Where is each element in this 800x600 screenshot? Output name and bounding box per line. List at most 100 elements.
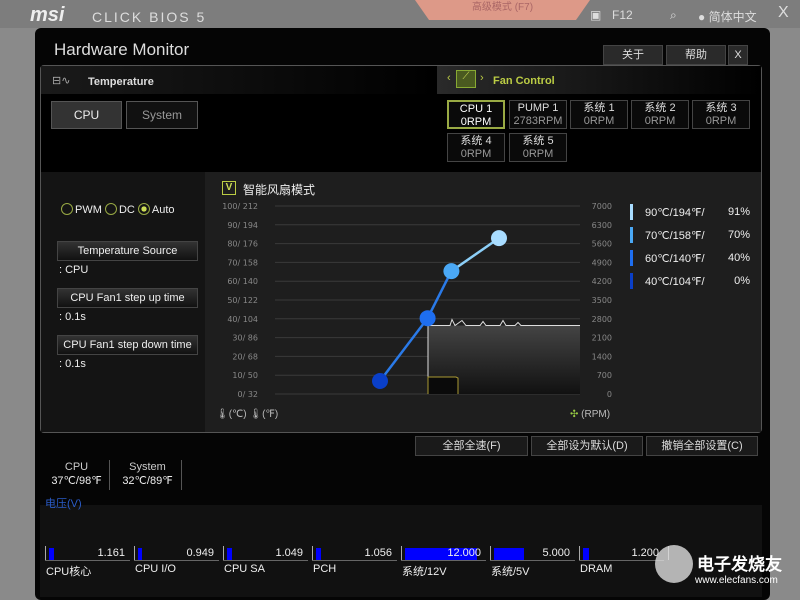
- voltage-item: 1.161 CPU核心: [45, 546, 130, 580]
- fan-header-bg: [437, 66, 761, 94]
- right-tick-label: 4900: [592, 258, 612, 267]
- undo-all-button[interactable]: 撤销全部设置(C): [646, 436, 758, 456]
- radio-auto[interactable]: Auto: [137, 203, 175, 216]
- msi-logo: msi: [30, 4, 65, 26]
- fan-curve-chart[interactable]: 100/ 212 700090/ 194 630080/ 176 560070/ 15…: [200, 175, 620, 405]
- mode-radio-group: PWM DC Auto: [61, 203, 175, 216]
- curve-point[interactable]: [443, 263, 460, 280]
- right-tick-label: 5600: [592, 240, 612, 249]
- fan-button[interactable]: CPU 1 0RPM: [447, 100, 505, 129]
- fan-control-prev-icon[interactable]: ‹: [447, 72, 451, 84]
- celsius-unit: 🌡(℃) 🌡(℉): [216, 409, 279, 420]
- left-tick-label: 50/ 122: [227, 296, 258, 305]
- voltage-value: 5.000: [542, 547, 570, 559]
- fan-button[interactable]: 系统 2 0RPM: [631, 100, 689, 129]
- bios-title: CLICK BIOS 5: [92, 9, 207, 25]
- fan-button[interactable]: PUMP 1 2783RPM: [509, 100, 567, 129]
- screenshot-key[interactable]: F12: [612, 8, 633, 22]
- step-up-time-value: : 0.1s: [59, 311, 86, 323]
- fan-control-next-icon[interactable]: ›: [480, 72, 484, 84]
- left-tick-label: 90/ 194: [227, 221, 258, 230]
- voltage-line: [134, 560, 219, 561]
- radio-circle: [61, 203, 73, 215]
- window-title: Hardware Monitor: [54, 40, 190, 59]
- temp-name: System: [129, 461, 166, 473]
- step-down-time-value: : 0.1s: [59, 358, 86, 370]
- language-button[interactable]: ● 简体中文: [698, 8, 757, 25]
- about-button[interactable]: 关于: [603, 45, 663, 65]
- voltage-item: 1.056 PCH: [312, 546, 397, 580]
- left-tick-label: 10/ 50: [232, 371, 258, 380]
- tab-cpu[interactable]: CPU: [51, 101, 122, 129]
- step-up-time-button[interactable]: CPU Fan1 step up time: [57, 288, 198, 308]
- left-tick-label: 60/ 140: [227, 277, 258, 286]
- fan-rpm: 0RPM: [460, 116, 492, 128]
- fan-button[interactable]: 系统 3 0RPM: [692, 100, 750, 129]
- fan-name: CPU 1: [459, 103, 493, 115]
- voltage-line: [223, 560, 308, 561]
- rpm-label: (RPM): [581, 409, 611, 420]
- fan-button[interactable]: 系统 5 0RPM: [509, 133, 567, 162]
- voltage-value: 1.161: [97, 547, 125, 559]
- tab-system[interactable]: System: [126, 101, 198, 129]
- curve-point[interactable]: [491, 230, 507, 247]
- left-tick-label: 100/ 212: [222, 202, 258, 211]
- radio-pwm[interactable]: PWM: [61, 203, 102, 216]
- voltage-value: 1.200: [631, 547, 659, 559]
- left-tick-label: 0/ 32: [237, 390, 258, 399]
- curve-point[interactable]: [372, 373, 388, 389]
- radio-label: DC: [118, 204, 135, 216]
- voltage-label: CPU I/O: [135, 563, 176, 575]
- step-down-time-button[interactable]: CPU Fan1 step down time: [57, 335, 198, 355]
- right-tick-label: 2800: [592, 315, 612, 324]
- fan-name: 系统 2: [644, 102, 676, 114]
- curve-segment: [379, 317, 429, 382]
- legend-swatch: [630, 250, 633, 266]
- fan-icon: ✣: [570, 409, 579, 420]
- legend-item: 60℃/140℉/ 40%: [630, 250, 750, 266]
- fan-rpm: 2783RPM: [513, 115, 563, 127]
- temperature-header: Temperature: [88, 76, 154, 88]
- voltage-item: 12.000 系统/12V: [401, 546, 486, 580]
- voltage-title: 电压(V): [45, 498, 82, 510]
- radio-dc[interactable]: DC: [104, 203, 135, 216]
- left-tick-label: 30/ 86: [232, 334, 258, 343]
- close-button[interactable]: X: [728, 45, 748, 65]
- camera-icon[interactable]: ▣: [590, 8, 601, 22]
- left-tick-label: 40/ 104: [227, 315, 258, 324]
- right-tick-label: 4200: [592, 277, 612, 286]
- search-icon[interactable]: ⌕: [670, 8, 677, 23]
- voltage-label: PCH: [313, 563, 337, 575]
- help-button[interactable]: 帮助: [666, 45, 726, 65]
- voltage-value: 12.000: [447, 547, 481, 559]
- fan-curve-icon: ⟋: [456, 70, 476, 88]
- all-default-button[interactable]: 全部设为默认(D): [531, 436, 643, 456]
- fan-button[interactable]: 系统 1 0RPM: [570, 100, 628, 129]
- curve-segment: [450, 237, 500, 273]
- bios-close-button[interactable]: X: [778, 4, 789, 22]
- current-temp-marker: [427, 376, 459, 394]
- temperature-source-button[interactable]: Temperature Source: [57, 241, 198, 261]
- legend-temp: 60℃/140℉/: [645, 253, 705, 265]
- fan-name: 系统 4: [460, 135, 492, 147]
- cpu-temp: CPU 37℃/98℉: [44, 460, 110, 490]
- voltage-line: [45, 560, 130, 561]
- voltage-item: 0.949 CPU I/O: [134, 546, 219, 580]
- fan-rpm: 0RPM: [522, 148, 554, 160]
- advanced-mode-tab[interactable]: 高级模式 (F7): [415, 0, 590, 20]
- left-tick-label: 20/ 68: [232, 352, 258, 361]
- fan-button[interactable]: 系统 4 0RPM: [447, 133, 505, 162]
- curve-point[interactable]: [419, 310, 436, 327]
- voltage-line: [312, 560, 397, 561]
- voltage-label: CPU核心: [46, 566, 92, 578]
- right-tick-label: 2100: [592, 334, 612, 343]
- legend-temp: 40℃/104℉/: [645, 276, 705, 288]
- temperature-source-value: : CPU: [59, 264, 89, 276]
- fan-name: 系统 1: [583, 102, 615, 114]
- language-label: 简体中文: [708, 10, 757, 24]
- radio-circle: [104, 203, 117, 215]
- right-tick-label: 6300: [592, 221, 612, 230]
- voltage-bar: [316, 548, 321, 560]
- all-full-speed-button[interactable]: 全部全速(F): [415, 436, 528, 456]
- fan-name: PUMP 1: [517, 102, 559, 114]
